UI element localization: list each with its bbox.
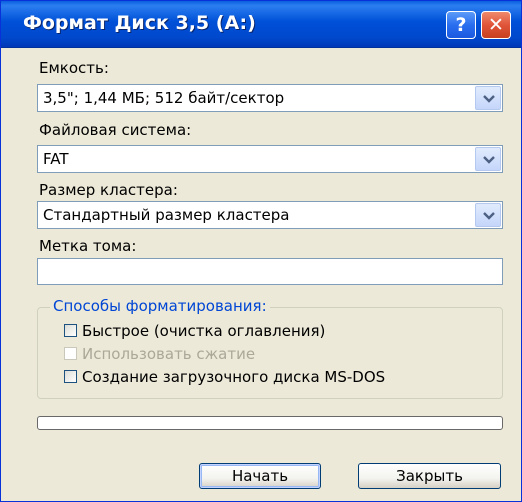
capacity-select[interactable]: 3,5"; 1,44 МБ; 512 байт/сектор [37,84,503,112]
filesystem-value: FAT [43,150,69,168]
filesystem-select[interactable]: FAT [37,145,503,173]
close-button[interactable]: Закрыть [358,463,501,489]
cluster-size-value: Стандартный размер кластера [43,206,290,224]
quick-format-checkbox[interactable] [64,324,77,337]
volume-label-label: Метка тома: [39,237,137,255]
close-window-button[interactable]: ✕ [481,11,511,39]
cluster-size-select[interactable]: Стандартный размер кластера [37,201,503,229]
filesystem-label: Файловая система: [39,121,192,139]
capacity-value: 3,5"; 1,44 МБ; 512 байт/сектор [43,89,285,107]
msdos-boot-checkbox[interactable] [64,370,77,383]
format-dialog: Формат Диск 3,5 (A:) ? ✕ Емкость: 3,5"; … [0,0,522,502]
msdos-boot-label: Создание загрузочного диска MS-DOS [82,368,386,386]
compression-label: Использовать сжатие [82,345,256,363]
close-icon: ✕ [488,14,504,36]
filesystem-dropdown-button[interactable] [475,147,501,171]
chevron-down-icon [483,95,495,103]
chevron-down-icon [483,212,495,220]
quick-format-label: Быстрое (очистка оглавления) [82,322,326,340]
window-title: Формат Диск 3,5 (A:) [23,12,256,34]
help-icon: ? [455,14,467,36]
capacity-label: Емкость: [39,59,109,77]
chevron-down-icon [483,156,495,164]
cluster-size-label: Размер кластера: [39,181,178,199]
title-bar[interactable]: Формат Диск 3,5 (A:) ? ✕ [1,1,521,48]
volume-label-input[interactable] [37,258,503,285]
format-progress-bar [37,416,503,430]
cluster-size-dropdown-button[interactable] [475,203,501,227]
start-button[interactable]: Начать [199,463,321,489]
capacity-dropdown-button[interactable] [475,86,501,110]
help-button[interactable]: ? [446,11,476,39]
compression-checkbox [64,347,77,360]
format-options-title: Способы форматирования: [50,297,270,315]
format-options-group: Способы форматирования: Быстрое (очистка… [37,297,503,399]
